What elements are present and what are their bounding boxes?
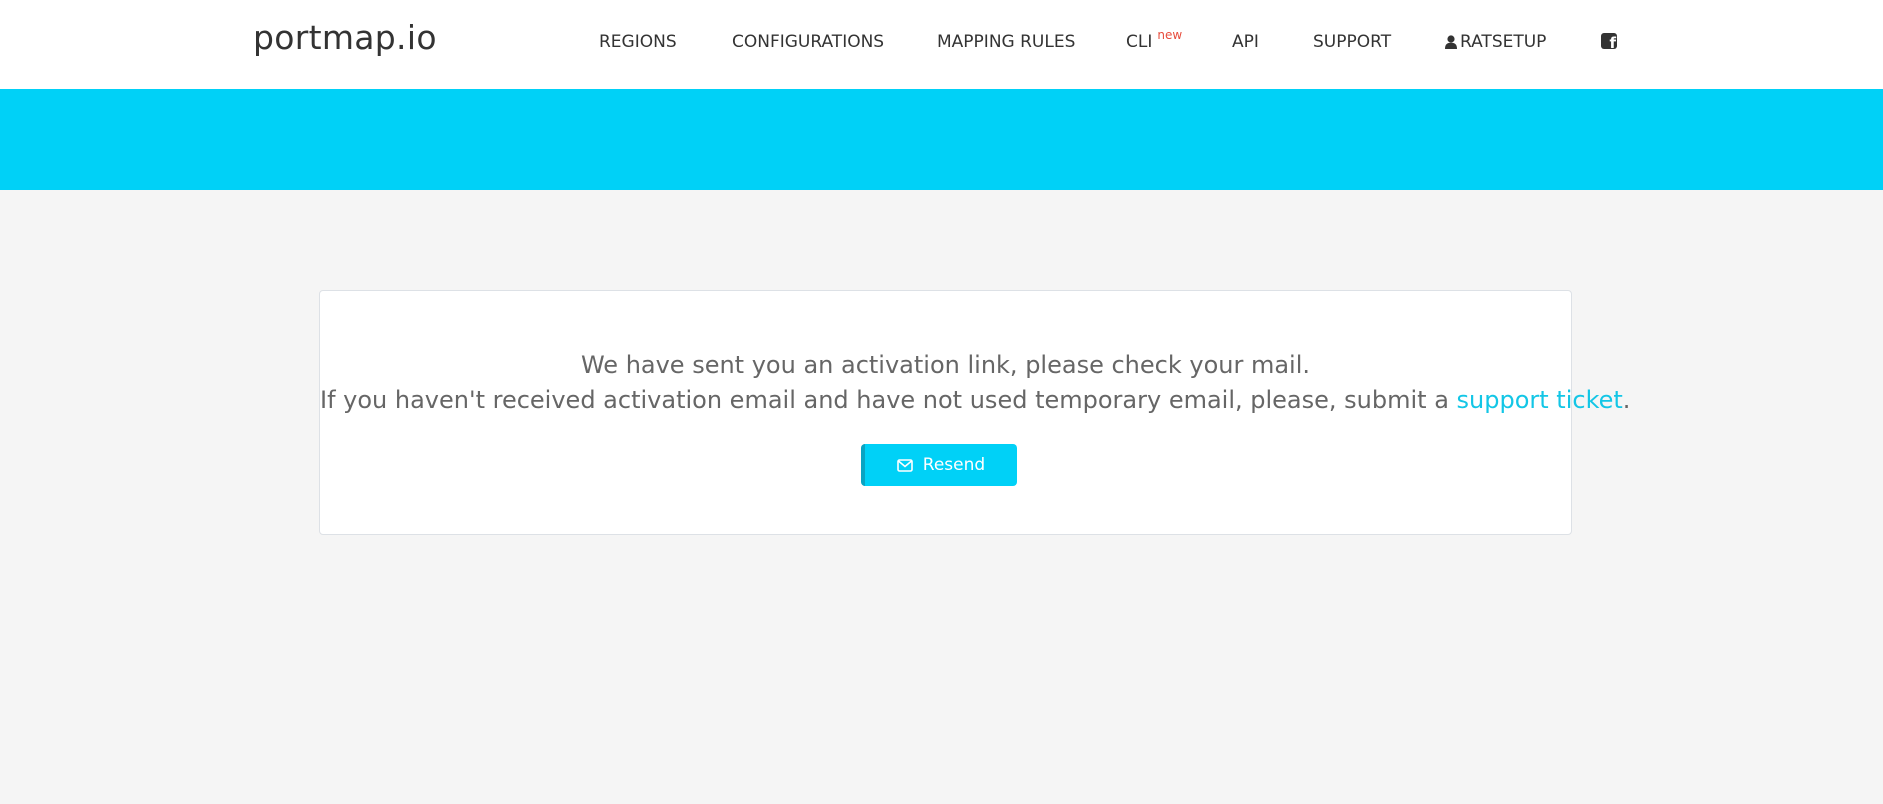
activation-message: We have sent you an activation link, ple…	[580, 351, 1311, 379]
top-navbar: portmap.io REGIONS CONFIGURATIONS MAPPIN…	[0, 0, 1883, 89]
nav-configurations[interactable]: CONFIGURATIONS	[732, 31, 884, 53]
resend-label: Resend	[922, 455, 986, 475]
support-message: If you haven't received activation email…	[320, 383, 1630, 417]
support-message-period: .	[1622, 386, 1631, 414]
facebook-square-icon	[1601, 33, 1617, 52]
user-name: RATSETUP	[1460, 32, 1547, 52]
user-icon	[1445, 33, 1457, 55]
nav-regions[interactable]: REGIONS	[599, 31, 677, 53]
main-nav: REGIONS CONFIGURATIONS MAPPING RULES CLI…	[0, 28, 1883, 55]
support-message-text: If you haven't received activation email…	[320, 386, 1457, 414]
support-ticket-link[interactable]: support ticket	[1457, 386, 1623, 414]
nav-facebook[interactable]	[1601, 33, 1617, 55]
nav-support[interactable]: SUPPORT	[1313, 31, 1391, 53]
nav-cli[interactable]: CLI new	[1126, 28, 1183, 54]
resend-button[interactable]: Resend	[861, 444, 1017, 486]
hero-banner	[0, 89, 1883, 190]
nav-user-account[interactable]: RATSETUP	[1445, 31, 1546, 55]
envelope-icon	[896, 458, 913, 472]
nav-cli-label: CLI	[1126, 32, 1153, 52]
new-badge: new	[1157, 28, 1183, 42]
nav-mapping-rules[interactable]: MAPPING RULES	[937, 31, 1075, 53]
activation-card: We have sent you an activation link, ple…	[319, 290, 1630, 535]
nav-api[interactable]: API	[1232, 31, 1259, 53]
